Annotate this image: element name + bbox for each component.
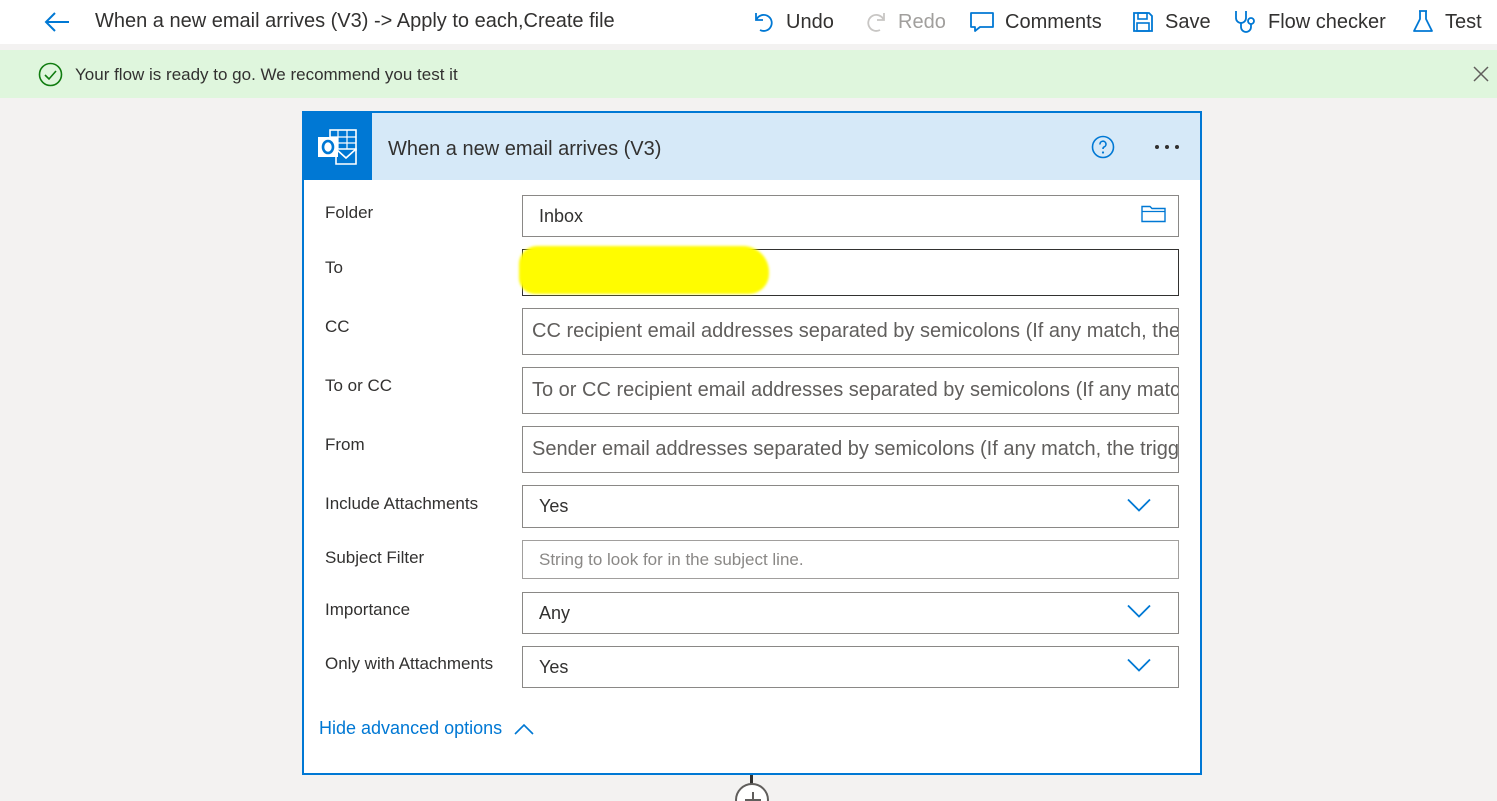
include-attachments-value: Yes [539, 496, 569, 516]
only-with-attachments-label: Only with Attachments [325, 654, 494, 673]
connector-logo [304, 113, 372, 180]
outlook-logo-icon [318, 128, 357, 165]
banner-message: Your flow is ready to go. We recommend y… [75, 65, 458, 84]
test-label: Test [1445, 10, 1482, 33]
add-step-button[interactable] [735, 783, 769, 801]
arrow-left-icon [44, 12, 69, 32]
comments-label: Comments [1005, 10, 1102, 33]
save-icon [1133, 12, 1153, 32]
undo-label: Undo [786, 10, 834, 33]
banner-close-button[interactable] [1471, 64, 1491, 84]
only-with-attachments-chevron [1127, 657, 1151, 678]
close-icon [1473, 66, 1489, 82]
comment-icon [970, 12, 994, 32]
more-icon-dot [1165, 145, 1169, 149]
include-attachments-dropdown[interactable]: Yes [522, 485, 1179, 528]
undo-icon [755, 13, 773, 32]
from-input[interactable]: Sender email addresses separated by semi… [522, 426, 1179, 473]
importance-chevron [1127, 603, 1151, 624]
card-header[interactable]: When a new email arrives (V3) [304, 113, 1200, 180]
subject-filter-placeholder: String to look for in the subject line. [539, 549, 804, 569]
include-attachments-label: Include Attachments [325, 494, 479, 513]
folder-picker-button[interactable] [1141, 204, 1167, 229]
save-button[interactable]: Save [1131, 6, 1211, 38]
advanced-toggle-label: Hide advanced options [319, 718, 503, 738]
redo-label: Redo [898, 10, 946, 33]
cc-input[interactable]: CC recipient email addresses separated b… [522, 308, 1179, 355]
more-icon [1155, 145, 1159, 149]
folder-input[interactable]: Inbox [522, 195, 1179, 237]
notification-banner: Your flow is ready to go. We recommend y… [0, 50, 1497, 98]
chevron-down-icon [1127, 658, 1151, 672]
stethoscope-icon [1235, 11, 1255, 33]
folder-icon [1141, 205, 1166, 223]
flow-title: When a new email arrives (V3) -> Apply t… [95, 10, 615, 32]
subject-filter-input[interactable]: String to look for in the subject line. [522, 540, 1179, 579]
to-or-cc-placeholder: To or CC recipient email addresses separ… [532, 379, 1178, 401]
command-bar: When a new email arrives (V3) -> Apply t… [0, 0, 1497, 44]
check-circle-icon [38, 62, 63, 87]
flow-checker-label: Flow checker [1268, 10, 1386, 33]
flow-checker-button[interactable]: Flow checker [1232, 6, 1386, 38]
flask-icon [1413, 10, 1433, 32]
folder-value: Inbox [539, 205, 584, 226]
help-circle-icon [1091, 135, 1115, 159]
only-with-attachments-dropdown[interactable]: Yes [522, 646, 1179, 688]
to-label: To [325, 258, 343, 277]
test-button[interactable]: Test [1411, 6, 1482, 38]
from-placeholder: Sender email addresses separated by semi… [532, 438, 1179, 460]
comments-button[interactable]: Comments [969, 6, 1102, 38]
chevron-down-icon [1127, 498, 1151, 512]
folder-label: Folder [325, 203, 374, 222]
include-attachments-chevron [1127, 496, 1151, 517]
importance-value: Any [539, 602, 571, 623]
redo-icon [867, 13, 885, 32]
chevron-up-icon [514, 723, 534, 735]
chevron-down-icon [1127, 604, 1151, 618]
to-or-cc-label: To or CC [325, 376, 393, 395]
cc-label: CC [325, 317, 350, 336]
importance-dropdown[interactable]: Any [522, 592, 1179, 634]
to-input[interactable] [519, 246, 1179, 296]
redacted-area [519, 246, 769, 294]
help-button[interactable] [1091, 135, 1115, 164]
back-button[interactable] [40, 6, 74, 38]
hide-advanced-options-link[interactable]: Hide advanced options [319, 718, 534, 739]
more-options-button[interactable] [1149, 135, 1185, 159]
only-with-attachments-value: Yes [539, 656, 569, 677]
to-or-cc-input[interactable]: To or CC recipient email addresses separ… [522, 367, 1179, 414]
importance-label: Importance [325, 600, 411, 619]
save-label: Save [1165, 10, 1211, 33]
undo-button[interactable]: Undo [752, 6, 834, 38]
card-title: When a new email arrives (V3) [388, 138, 662, 160]
subject-filter-label: Subject Filter [325, 548, 425, 567]
more-icon-dot [1175, 145, 1179, 149]
redo-button[interactable]: Redo [864, 6, 946, 38]
trigger-card: When a new email arrives (V3) Folder Inb… [302, 111, 1202, 775]
cc-placeholder: CC recipient email addresses separated b… [532, 320, 1179, 342]
from-label: From [325, 435, 365, 454]
